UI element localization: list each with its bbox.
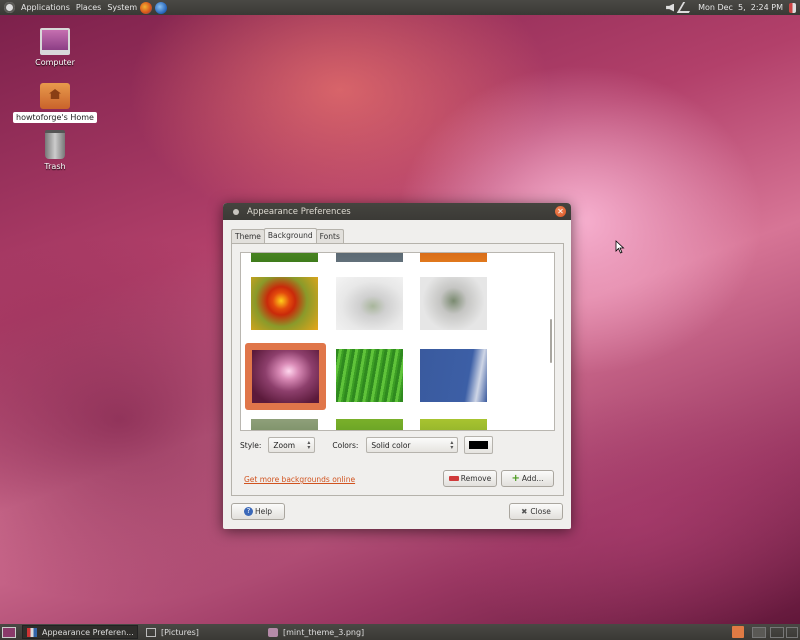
wallpaper-thumbnail[interactable] (420, 349, 487, 402)
tab-bar: Theme Background Fonts (231, 228, 344, 244)
wallpaper-gallery[interactable] (240, 252, 555, 431)
gallery-scrollbar[interactable] (550, 319, 552, 363)
desktop-icon-computer[interactable]: Computer (10, 28, 100, 67)
colors-value: Solid color (371, 440, 411, 450)
wallpaper-thumbnail[interactable] (420, 253, 487, 262)
color-picker-button[interactable] (464, 436, 494, 454)
folder-window-icon (146, 627, 156, 637)
appearance-app-icon (27, 627, 37, 637)
taskbar-item-label: Appearance Preferen... (42, 627, 134, 637)
tab-fonts[interactable]: Fonts (315, 229, 344, 243)
add-label: Add... (521, 474, 544, 483)
panel-indicators: Mon Dec 5, 2:24 PM (666, 2, 800, 13)
window-title: Appearance Preferences (247, 206, 351, 217)
workspace-3[interactable] (786, 627, 798, 638)
spin-arrows-icon: ▴ ▾ (307, 439, 311, 451)
network-icon[interactable] (676, 2, 696, 13)
appearance-preferences-window: Appearance Preferences ✕ Theme Backgroun… (223, 203, 571, 529)
window-menu-icon[interactable] (233, 208, 239, 215)
clock[interactable]: Mon Dec 5, 2:24 PM (698, 3, 783, 12)
close-button[interactable]: ✖ Close (509, 503, 563, 520)
taskbar-item-label: [Pictures] (161, 627, 199, 637)
home-folder-icon (40, 83, 70, 109)
style-label: Style: (240, 440, 262, 450)
style-combo[interactable]: Zoom ▴ ▾ (268, 437, 316, 453)
firefox-icon[interactable] (140, 1, 153, 14)
wallpaper-thumbnail[interactable] (420, 419, 487, 430)
color-swatch (469, 441, 489, 449)
trash-applet-icon[interactable] (732, 626, 744, 638)
taskbar-item-label: [mint_theme_3.png] (283, 627, 365, 637)
show-desktop-icon[interactable] (2, 627, 16, 638)
workspace-1[interactable] (752, 627, 766, 638)
wallpaper-thumbnail[interactable] (251, 253, 318, 262)
ubuntu-logo-icon[interactable] (4, 2, 15, 13)
spin-arrows-icon: ▴ ▾ (450, 439, 454, 451)
remove-icon (448, 476, 459, 481)
wallpaper-thumbnail[interactable] (251, 419, 318, 430)
desktop-icon-label: howtoforge's Home (13, 112, 97, 123)
add-button[interactable]: + Add... (501, 470, 554, 487)
wallpaper-thumbnail[interactable] (336, 419, 403, 430)
taskbar-item-image[interactable]: [mint_theme_3.png] (264, 625, 394, 639)
style-value: Zoom (273, 440, 295, 450)
add-icon: + (511, 473, 520, 484)
help-label: Help (254, 507, 273, 516)
system-menu[interactable]: System (107, 3, 137, 12)
image-viewer-icon (268, 627, 278, 637)
power-icon[interactable] (789, 2, 796, 13)
top-panel: Applications Places System Mon Dec 5, 2:… (0, 0, 800, 15)
computer-icon (40, 28, 70, 55)
workspace-2[interactable] (770, 627, 784, 638)
window-close-button[interactable]: ✕ (555, 206, 566, 217)
desktop-icon-trash[interactable]: Trash (10, 130, 100, 171)
help-icon: ? (243, 507, 253, 516)
applications-menu[interactable]: Applications (21, 3, 70, 12)
more-backgrounds-link[interactable]: Get more backgrounds online (244, 475, 355, 484)
sound-icon[interactable] (666, 3, 675, 12)
wallpaper-thumbnail[interactable] (336, 253, 403, 262)
places-menu[interactable]: Places (76, 3, 101, 12)
taskbar-item-pictures[interactable]: [Pictures] (142, 625, 260, 639)
tab-theme[interactable]: Theme (231, 229, 265, 243)
wallpaper-thumbnail[interactable] (252, 350, 319, 403)
background-panel: Style: Zoom ▴ ▾ Colors: Solid color ▴ ▾ Ge… (231, 243, 564, 496)
desktop-icon-label: Computer (35, 58, 75, 67)
window-titlebar[interactable]: Appearance Preferences ✕ (223, 203, 571, 220)
taskbar-item-appearance[interactable]: Appearance Preferen... (22, 625, 138, 639)
wallpaper-thumbnail[interactable] (336, 349, 403, 402)
thunderbird-icon[interactable] (155, 1, 168, 14)
colors-label: Colors: (332, 440, 359, 450)
desktop-icon-home[interactable]: howtoforge's Home (10, 83, 100, 123)
mouse-pointer-icon (615, 240, 625, 254)
close-icon: ✖ (521, 507, 528, 516)
wallpaper-thumbnail[interactable] (420, 277, 487, 330)
trash-icon (45, 130, 65, 159)
help-button[interactable]: ? Help (231, 503, 285, 520)
close-label: Close (530, 507, 551, 516)
wallpaper-thumbnail[interactable] (336, 277, 403, 330)
wallpaper-thumbnail[interactable] (251, 277, 318, 330)
desktop-icon-label: Trash (44, 162, 66, 171)
style-row: Style: Zoom ▴ ▾ Colors: Solid color ▴ ▾ (240, 436, 494, 454)
remove-button[interactable]: Remove (443, 470, 497, 487)
remove-label: Remove (460, 474, 492, 483)
tab-background[interactable]: Background (263, 228, 317, 243)
bottom-panel: Appearance Preferen... [Pictures] [mint_… (0, 624, 800, 640)
colors-combo[interactable]: Solid color ▴ ▾ (366, 437, 459, 453)
